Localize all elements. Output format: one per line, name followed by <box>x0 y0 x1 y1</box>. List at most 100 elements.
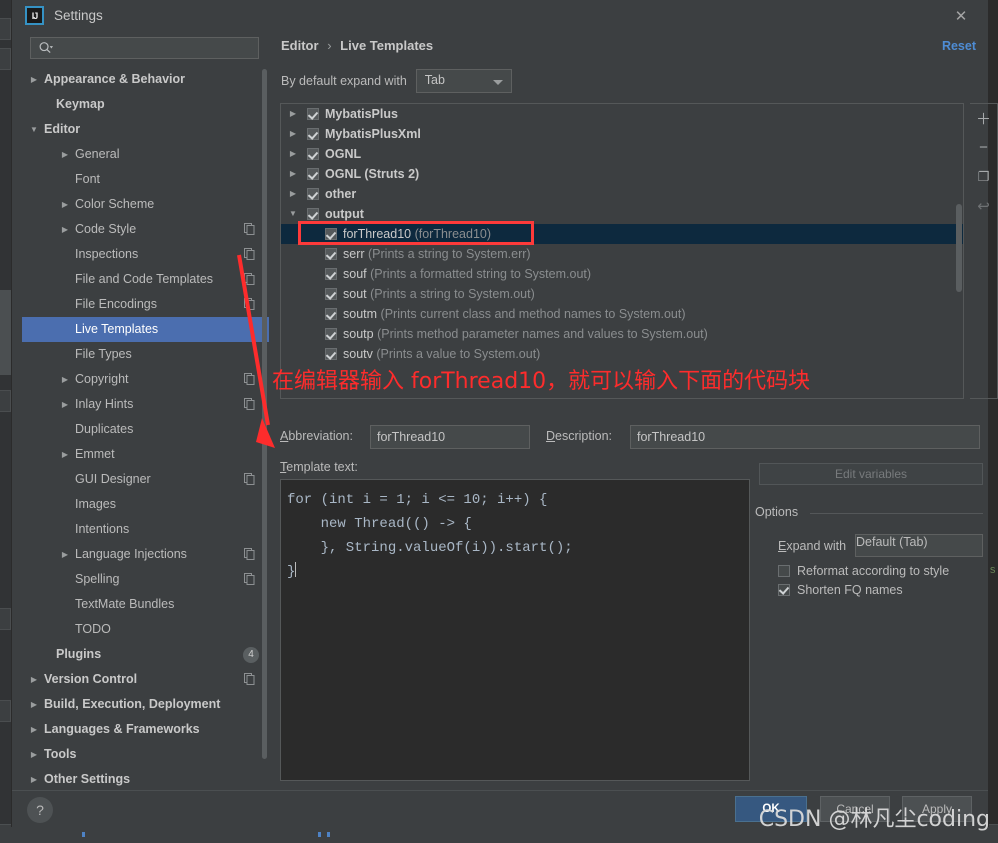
sidebar-item-appearance-behavior[interactable]: ▶ Appearance & Behavior <box>22 67 269 92</box>
chevron-right-icon[interactable]: ▶ <box>59 192 71 217</box>
template-checkbox[interactable] <box>307 108 319 120</box>
sidebar-item-editor[interactable]: ▼ Editor <box>22 117 269 142</box>
template-checkbox[interactable] <box>307 208 319 220</box>
reformat-checkbox[interactable] <box>778 565 790 577</box>
sidebar-item-color-scheme[interactable]: ▶ Color Scheme <box>22 192 269 217</box>
chevron-down-icon[interactable]: ▼ <box>287 204 299 224</box>
template-row[interactable]: soutp (Prints method parameter names and… <box>281 324 963 344</box>
sidebar-item-file-and-code-templates[interactable]: File and Code Templates <box>22 267 269 292</box>
sidebar-item-emmet[interactable]: ▶ Emmet <box>22 442 269 467</box>
template-row[interactable]: serr (Prints a string to System.err) <box>281 244 963 264</box>
sidebar-item-version-control[interactable]: ▶ Version Control <box>22 667 269 692</box>
plus-icon[interactable]: ＋ <box>970 104 997 133</box>
chevron-right-icon[interactable]: ▶ <box>59 142 71 167</box>
sidebar-item-inlay-hints[interactable]: ▶ Inlay Hints <box>22 392 269 417</box>
template-checkbox[interactable] <box>307 188 319 200</box>
template-checkbox[interactable] <box>307 148 319 160</box>
template-checkbox[interactable] <box>307 128 319 140</box>
chevron-right-icon[interactable]: ▶ <box>28 717 40 742</box>
sidebar-item-textmate-bundles[interactable]: TextMate Bundles <box>22 592 269 617</box>
chevron-right-icon[interactable]: ▶ <box>28 692 40 717</box>
template-checkbox[interactable] <box>325 348 337 360</box>
template-checkbox[interactable] <box>325 228 337 240</box>
template-checkbox[interactable] <box>325 288 337 300</box>
revert-icon[interactable]: ↩ <box>970 191 997 220</box>
template-row[interactable]: soutm (Prints current class and method n… <box>281 304 963 324</box>
template-name-text: OGNL <box>325 147 362 161</box>
sidebar-item-spelling[interactable]: Spelling <box>22 567 269 592</box>
template-row[interactable]: sout (Prints a string to System.out) <box>281 284 963 304</box>
chevron-right-icon[interactable]: ▶ <box>28 767 40 787</box>
sidebar-item-languages-frameworks[interactable]: ▶ Languages & Frameworks <box>22 717 269 742</box>
template-checkbox[interactable] <box>325 328 337 340</box>
sidebar-item-language-injections[interactable]: ▶ Language Injections <box>22 542 269 567</box>
sidebar-item-keymap[interactable]: Keymap <box>22 92 269 117</box>
template-checkbox[interactable] <box>307 168 319 180</box>
sidebar-item-live-templates[interactable]: Live Templates <box>22 317 269 342</box>
template-group-row[interactable]: ▶ OGNL <box>281 144 963 164</box>
template-group-row[interactable]: ▶ other <box>281 184 963 204</box>
chevron-right-icon[interactable]: ▶ <box>59 217 71 242</box>
sidebar-item-duplicates[interactable]: Duplicates <box>22 417 269 442</box>
templates-tree[interactable]: ▶ MybatisPlus ▶ MybatisPlusXml ▶ OGNL ▶ OGNL (S… <box>280 103 964 399</box>
shorten-fq-checkbox[interactable] <box>778 584 790 596</box>
sidebar-item-intentions[interactable]: Intentions <box>22 517 269 542</box>
chevron-right-icon[interactable]: ▶ <box>59 392 71 417</box>
template-group-row[interactable]: ▶ OGNL (Struts 2) <box>281 164 963 184</box>
settings-category-tree[interactable]: ▶ Appearance & Behavior Keymap ▼ Editor ▶ Gene… <box>22 67 269 787</box>
template-row[interactable]: soutv (Prints a value to System.out) <box>281 344 963 364</box>
template-group-row[interactable]: ▶ MybatisPlusXml <box>281 124 963 144</box>
close-icon[interactable]: ✕ <box>950 5 972 27</box>
sidebar-item-inspections[interactable]: Inspections <box>22 242 269 267</box>
edit-variables-button[interactable]: Edit variables <box>759 463 983 485</box>
sidebar-item-file-encodings[interactable]: File Encodings <box>22 292 269 317</box>
template-row[interactable]: forThread10 (forThread10) <box>281 224 963 244</box>
reset-link[interactable]: Reset <box>942 39 976 53</box>
sidebar-scrollbar-thumb[interactable] <box>262 69 267 759</box>
description-field[interactable] <box>630 425 980 449</box>
template-group-row[interactable]: ▶ MybatisPlus <box>281 104 963 124</box>
description-input[interactable] <box>631 426 979 448</box>
sidebar-item-images[interactable]: Images <box>22 492 269 517</box>
chevron-right-icon[interactable]: ▶ <box>28 67 40 92</box>
sidebar-item-build-execution-deployment[interactable]: ▶ Build, Execution, Deployment <box>22 692 269 717</box>
template-checkbox[interactable] <box>325 268 337 280</box>
chevron-right-icon[interactable]: ▶ <box>59 442 71 467</box>
default-expand-dropdown[interactable]: Tab <box>415 69 512 93</box>
template-row[interactable]: souf (Prints a formatted string to Syste… <box>281 264 963 284</box>
search-input[interactable] <box>59 38 259 60</box>
chevron-right-icon[interactable]: ▶ <box>287 104 299 124</box>
settings-search-box[interactable] <box>30 37 259 60</box>
sidebar-item-todo[interactable]: TODO <box>22 617 269 642</box>
sidebar-item-copyright[interactable]: ▶ Copyright <box>22 367 269 392</box>
template-checkbox[interactable] <box>325 248 337 260</box>
sidebar-item-general[interactable]: ▶ General <box>22 142 269 167</box>
chevron-right-icon[interactable]: ▶ <box>287 144 299 164</box>
abbreviation-field[interactable] <box>370 425 530 449</box>
breadcrumb-parent[interactable]: Editor <box>281 38 319 53</box>
chevron-right-icon[interactable]: ▶ <box>287 184 299 204</box>
chevron-right-icon[interactable]: ▶ <box>28 667 40 692</box>
sidebar-item-file-types[interactable]: File Types <box>22 342 269 367</box>
abbreviation-input[interactable] <box>371 426 529 448</box>
template-checkbox[interactable] <box>325 308 337 320</box>
template-group-row[interactable]: ▼ output <box>281 204 963 224</box>
chevron-right-icon[interactable]: ▶ <box>28 742 40 767</box>
expand-with-dropdown[interactable]: Default (Tab) <box>855 534 983 557</box>
copy-icon[interactable]: ❐ <box>970 162 997 191</box>
help-button[interactable]: ? <box>27 797 53 823</box>
chevron-right-icon[interactable]: ▶ <box>287 124 299 144</box>
sidebar-item-other-settings[interactable]: ▶ Other Settings <box>22 767 269 787</box>
minus-icon[interactable]: − <box>970 133 997 162</box>
template-text-editor[interactable]: for (int i = 1; i <= 10; i++) { new Thre… <box>280 479 750 781</box>
chevron-right-icon[interactable]: ▶ <box>59 367 71 392</box>
templates-scrollbar-thumb[interactable] <box>956 204 962 292</box>
chevron-right-icon[interactable]: ▶ <box>59 542 71 567</box>
sidebar-item-tools[interactable]: ▶ Tools <box>22 742 269 767</box>
chevron-down-icon[interactable]: ▼ <box>28 117 40 142</box>
sidebar-item-code-style[interactable]: ▶ Code Style <box>22 217 269 242</box>
chevron-right-icon[interactable]: ▶ <box>287 164 299 184</box>
sidebar-item-font[interactable]: Font <box>22 167 269 192</box>
sidebar-item-gui-designer[interactable]: GUI Designer <box>22 467 269 492</box>
sidebar-item-plugins[interactable]: Plugins 4 <box>22 642 269 667</box>
